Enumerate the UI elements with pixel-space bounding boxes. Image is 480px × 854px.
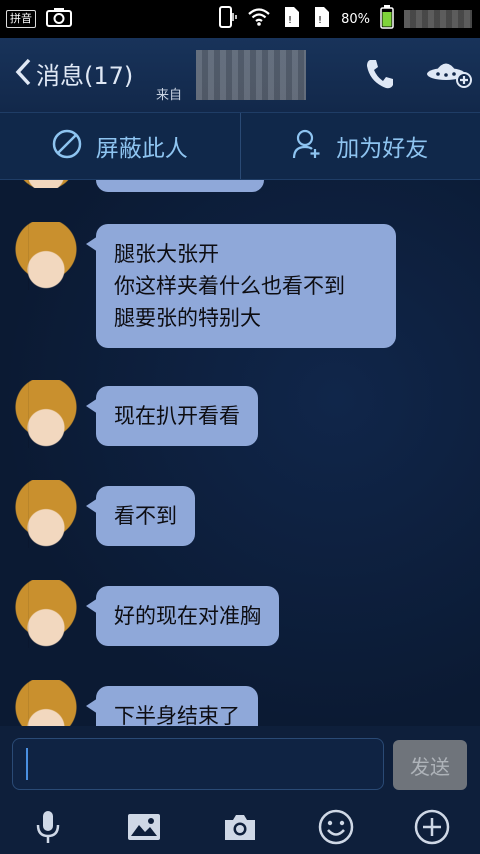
vibrate-icon <box>217 6 237 32</box>
message-bubble[interactable]: 现在扒开看看 <box>86 386 258 446</box>
screenshot-icon <box>46 7 72 31</box>
back-button[interactable]: 消息(17) <box>14 56 133 91</box>
message-bubble[interactable]: 腿张大张开 你这样夹着什么也看不到 腿要张的特别大 <box>86 224 396 348</box>
svg-text:!: ! <box>288 15 292 26</box>
message-bubble[interactable]: 下半身结束了 <box>86 686 258 726</box>
voice-button[interactable] <box>18 806 78 852</box>
avatar[interactable] <box>12 580 80 648</box>
contact-subtitle: 来自 <box>156 88 183 103</box>
back-label: 消息(17) <box>36 62 134 90</box>
wifi-icon <box>247 8 271 30</box>
emoji-button[interactable] <box>306 806 366 852</box>
contact-profile-button[interactable] <box>426 58 472 92</box>
image-icon <box>127 812 161 846</box>
block-user-label: 屏蔽此人 <box>95 136 188 162</box>
send-button[interactable]: 发送 <box>393 740 467 790</box>
message-bubble[interactable]: 好的现在对准胸 <box>86 586 279 646</box>
more-button[interactable] <box>402 806 462 852</box>
ime-indicator: 拼音 <box>6 10 36 28</box>
message-bubble-partial <box>96 180 264 192</box>
chat-messages[interactable]: 腿张大张开 你这样夹着什么也看不到 腿要张的特别大 现在扒开看看 看不到 好的现… <box>0 180 480 726</box>
chevron-left-icon <box>14 57 32 91</box>
bottom-toolbar <box>0 804 480 854</box>
avatar[interactable] <box>12 380 80 448</box>
avatar <box>12 180 80 188</box>
sim2-signal-icon: ! <box>311 6 331 32</box>
avatar[interactable] <box>12 680 80 726</box>
add-friend-label: 加为好友 <box>336 136 429 162</box>
chat-header: 消息(17) 来自 <box>0 38 480 113</box>
action-bar: 屏蔽此人 加为好友 <box>0 113 480 180</box>
battery-percent: 80% <box>341 11 370 27</box>
status-bar: 拼音 ! ! 80% <box>0 0 480 38</box>
emoji-icon <box>318 809 354 849</box>
phone-icon <box>364 60 394 94</box>
input-bar: 发送 <box>0 726 480 804</box>
text-caret <box>26 748 28 780</box>
camera-icon <box>223 812 257 846</box>
battery-icon <box>380 5 394 33</box>
message-input[interactable] <box>12 738 384 790</box>
sim1-signal-icon: ! <box>281 6 301 32</box>
message-bubble[interactable]: 看不到 <box>86 486 195 546</box>
add-person-icon <box>292 128 322 164</box>
block-icon <box>52 129 82 163</box>
avatar[interactable] <box>12 222 80 290</box>
plus-icon <box>414 809 450 849</box>
camera-button[interactable] <box>210 806 270 852</box>
avatar[interactable] <box>12 480 80 548</box>
svg-text:!: ! <box>318 15 322 26</box>
microphone-icon <box>33 809 63 849</box>
add-friend-button[interactable]: 加为好友 <box>239 113 480 179</box>
gallery-button[interactable] <box>114 806 174 852</box>
contact-name-redacted <box>196 50 306 100</box>
ufo-add-icon <box>426 63 472 92</box>
call-button[interactable] <box>364 58 394 94</box>
block-user-button[interactable]: 屏蔽此人 <box>0 113 240 179</box>
clock-redacted <box>404 10 472 28</box>
